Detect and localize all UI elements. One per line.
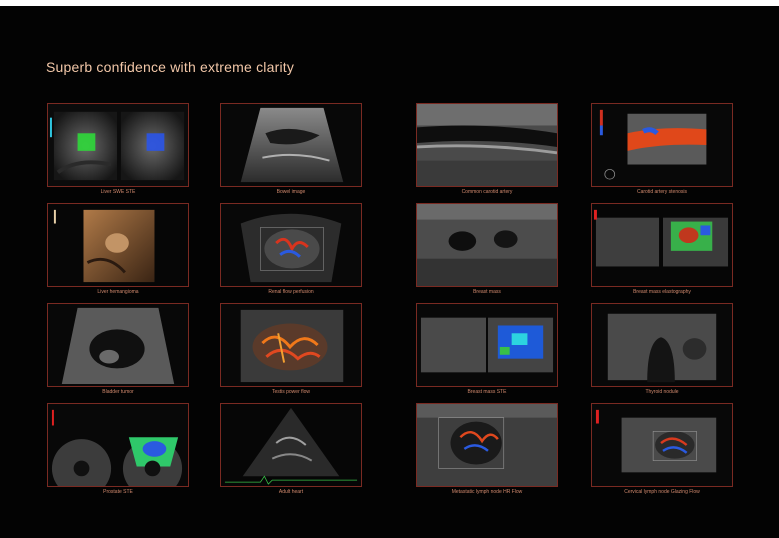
ultrasound-image — [47, 103, 189, 187]
ultrasound-image — [47, 303, 189, 387]
image-caption: Bowel image — [276, 189, 306, 195]
image-caption: Bladder tumor — [102, 389, 134, 395]
tile-renal-flow: Renal flow perfusion — [220, 203, 362, 295]
image-caption: Metastatic lymph node HR Flow — [451, 489, 523, 495]
tile-breast-mass: Breast mass — [416, 203, 558, 295]
ultrasound-image — [220, 203, 362, 287]
tile-adult-heart: Adult heart — [220, 403, 362, 495]
image-caption: Common carotid artery — [461, 189, 513, 195]
tile-prostate-ste: Prostate STE — [47, 403, 189, 495]
tile-breast-elastography: Breast mass elastography — [591, 203, 733, 295]
ultrasound-image — [591, 403, 733, 487]
image-caption: Thyroid nodule — [645, 389, 679, 395]
ultrasound-image — [220, 403, 362, 487]
tile-bowel: Bowel image — [220, 103, 362, 195]
tile-carotid-stenosis: Carotid artery stenosis — [591, 103, 733, 195]
tile-carotid: Common carotid artery — [416, 103, 558, 195]
image-caption: Breast mass elastography — [633, 289, 691, 295]
ultrasound-image — [416, 103, 558, 187]
ultrasound-image — [47, 403, 189, 487]
image-caption: Adult heart — [278, 489, 304, 495]
tile-breast-ste: Breast mass STE — [416, 303, 558, 395]
image-caption: Renal flow perfusion — [268, 289, 314, 295]
tile-liver-hemangioma: Liver hemangioma — [47, 203, 189, 295]
ultrasound-image — [47, 203, 189, 287]
image-caption: Breast mass — [473, 289, 501, 295]
ultrasound-image — [591, 203, 733, 287]
ultrasound-image — [220, 303, 362, 387]
image-caption: Liver hemangioma — [97, 289, 139, 295]
tile-bladder-tumor: Bladder tumor — [47, 303, 189, 395]
image-caption: Testis power flow — [271, 389, 311, 395]
page-title: Superb confidence with extreme clarity — [46, 59, 295, 75]
tile-liver-swe: Liver SWE STE — [47, 103, 189, 195]
ultrasound-image — [220, 103, 362, 187]
ultrasound-image — [416, 403, 558, 487]
tile-cervical-lymph-node: Cervical lymph node Glazing Flow — [591, 403, 733, 495]
image-caption: Breast mass STE — [467, 389, 507, 395]
ultrasound-image — [591, 103, 733, 187]
image-caption: Liver SWE STE — [100, 189, 136, 195]
ultrasound-image — [416, 303, 558, 387]
tile-testis-flow: Testis power flow — [220, 303, 362, 395]
image-caption: Prostate STE — [103, 489, 133, 495]
tile-thyroid-nodule: Thyroid nodule — [591, 303, 733, 395]
ultrasound-image — [416, 203, 558, 287]
ultrasound-image — [591, 303, 733, 387]
tile-lymph-node-hr: Metastatic lymph node HR Flow — [416, 403, 558, 495]
brochure-page: Superb confidence with extreme clarity L… — [0, 6, 779, 538]
image-caption: Carotid artery stenosis — [636, 189, 688, 195]
image-caption: Cervical lymph node Glazing Flow — [624, 489, 700, 495]
